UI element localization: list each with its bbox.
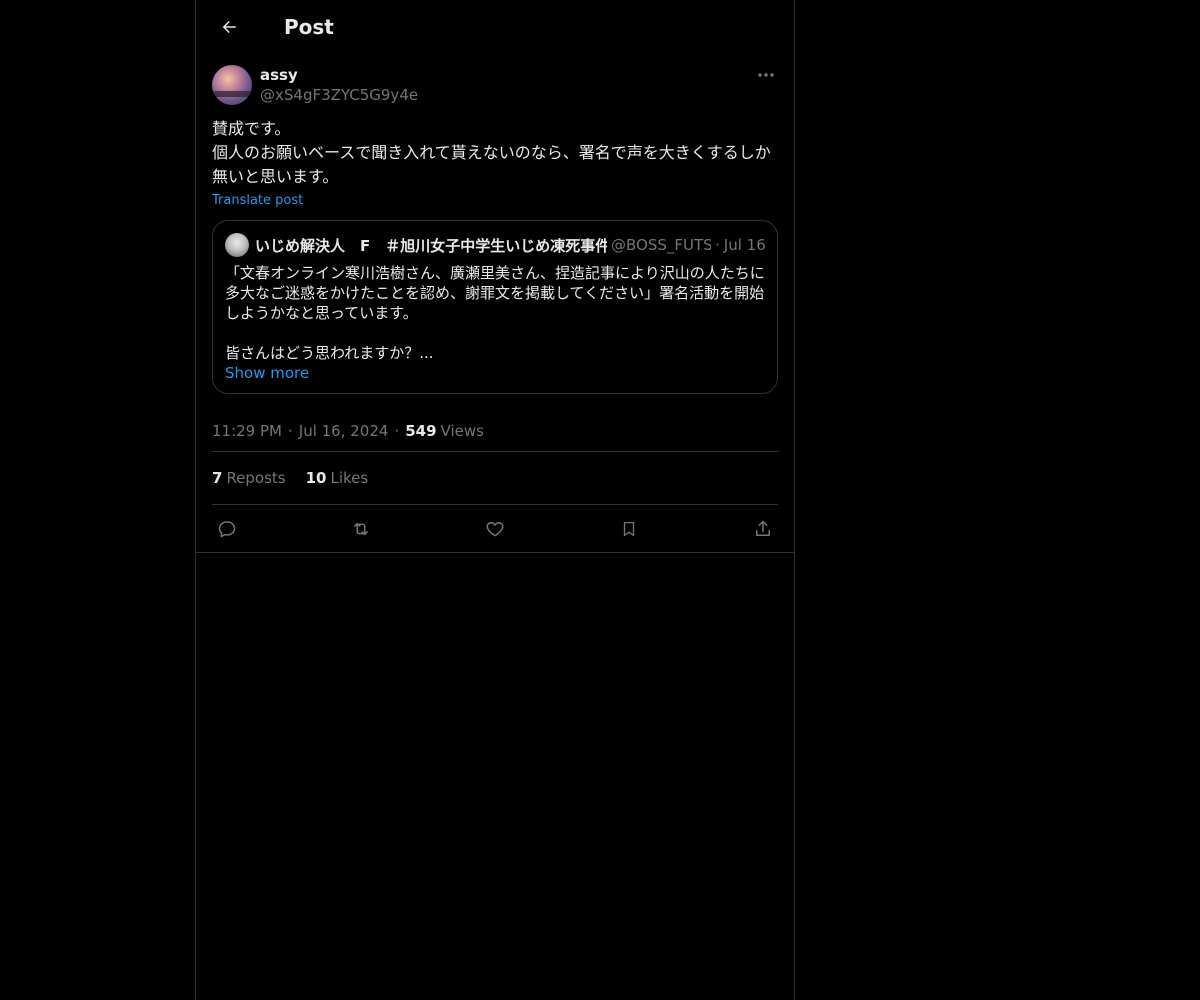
- more-horizontal-icon: [758, 72, 774, 78]
- header: Post: [196, 0, 794, 53]
- action-bar: [196, 505, 794, 553]
- author-handle[interactable]: @xS4gF3ZYC5G9y4e: [260, 85, 418, 105]
- author-names: assy @xS4gF3ZYC5G9y4e: [260, 65, 418, 105]
- quote-header: いじめ解決人 F ＃旭川女子中学生いじめ凍死事件 @BOSS_FUTSUI · …: [225, 233, 765, 257]
- heart-icon: [485, 519, 505, 539]
- author-display-name[interactable]: assy: [260, 65, 418, 85]
- more-options-button[interactable]: [756, 65, 776, 85]
- author-row: assy @xS4gF3ZYC5G9y4e: [212, 65, 778, 105]
- reply-icon: [217, 519, 237, 539]
- repost-icon: [350, 519, 372, 539]
- bookmark-icon: [620, 519, 638, 539]
- show-more-link[interactable]: Show more: [225, 363, 309, 383]
- repost-button[interactable]: [350, 518, 372, 540]
- likes-count: 10: [305, 469, 327, 487]
- share-button[interactable]: [752, 518, 774, 540]
- back-button[interactable]: [212, 10, 246, 44]
- page-title: Post: [284, 14, 334, 39]
- post-text: 賛成です。 個人のお願いベースで聞き入れて貰えないのなら、署名で声を大きくするし…: [212, 119, 771, 186]
- avatar[interactable]: [212, 65, 252, 105]
- post-time[interactable]: 11:29 PM: [212, 422, 282, 440]
- post-meta: 11:29 PM · Jul 16, 2024 · 549 Views: [212, 410, 778, 452]
- reposts-stat[interactable]: 7 Reposts: [212, 469, 286, 487]
- views-count: 549: [405, 421, 437, 440]
- post: assy @xS4gF3ZYC5G9y4e 賛成です。 個人のお願いベースで聞き…: [196, 53, 794, 553]
- reply-button[interactable]: [216, 518, 238, 540]
- quote-author-handle: @BOSS_FUTSUI: [611, 236, 711, 254]
- translate-post-link[interactable]: Translate post: [212, 193, 303, 208]
- post-date[interactable]: Jul 16, 2024: [299, 422, 389, 440]
- reposts-label: Reposts: [226, 469, 286, 487]
- post-stats: 7 Reposts 10 Likes: [212, 452, 778, 505]
- separator-dot: ·: [715, 236, 720, 254]
- quoted-post[interactable]: いじめ解決人 F ＃旭川女子中学生いじめ凍死事件 @BOSS_FUTSUI · …: [212, 220, 778, 394]
- arrow-left-icon: [220, 18, 238, 36]
- like-button[interactable]: [484, 518, 506, 540]
- share-icon: [753, 519, 773, 539]
- likes-stat[interactable]: 10 Likes: [306, 469, 369, 487]
- reposts-count: 7: [212, 469, 223, 487]
- quote-avatar: [225, 233, 249, 257]
- separator-dot: ·: [287, 421, 293, 440]
- views-label: Views: [440, 421, 484, 440]
- quote-author-name: いじめ解決人 F ＃旭川女子中学生いじめ凍死事件: [255, 236, 607, 255]
- likes-label: Likes: [330, 469, 369, 487]
- bookmark-button[interactable]: [618, 518, 640, 540]
- quote-date: Jul 16: [723, 236, 765, 254]
- separator-dot: ·: [394, 421, 400, 440]
- quote-text: 「文春オンライン寒川浩樹さん、廣瀬里美さん、捏造記事により沢山の人たちに多大なご…: [225, 264, 765, 362]
- post-column: Post assy @xS4gF3ZYC5G9y4e 賛成です。 個人のお願いベ…: [195, 0, 795, 1000]
